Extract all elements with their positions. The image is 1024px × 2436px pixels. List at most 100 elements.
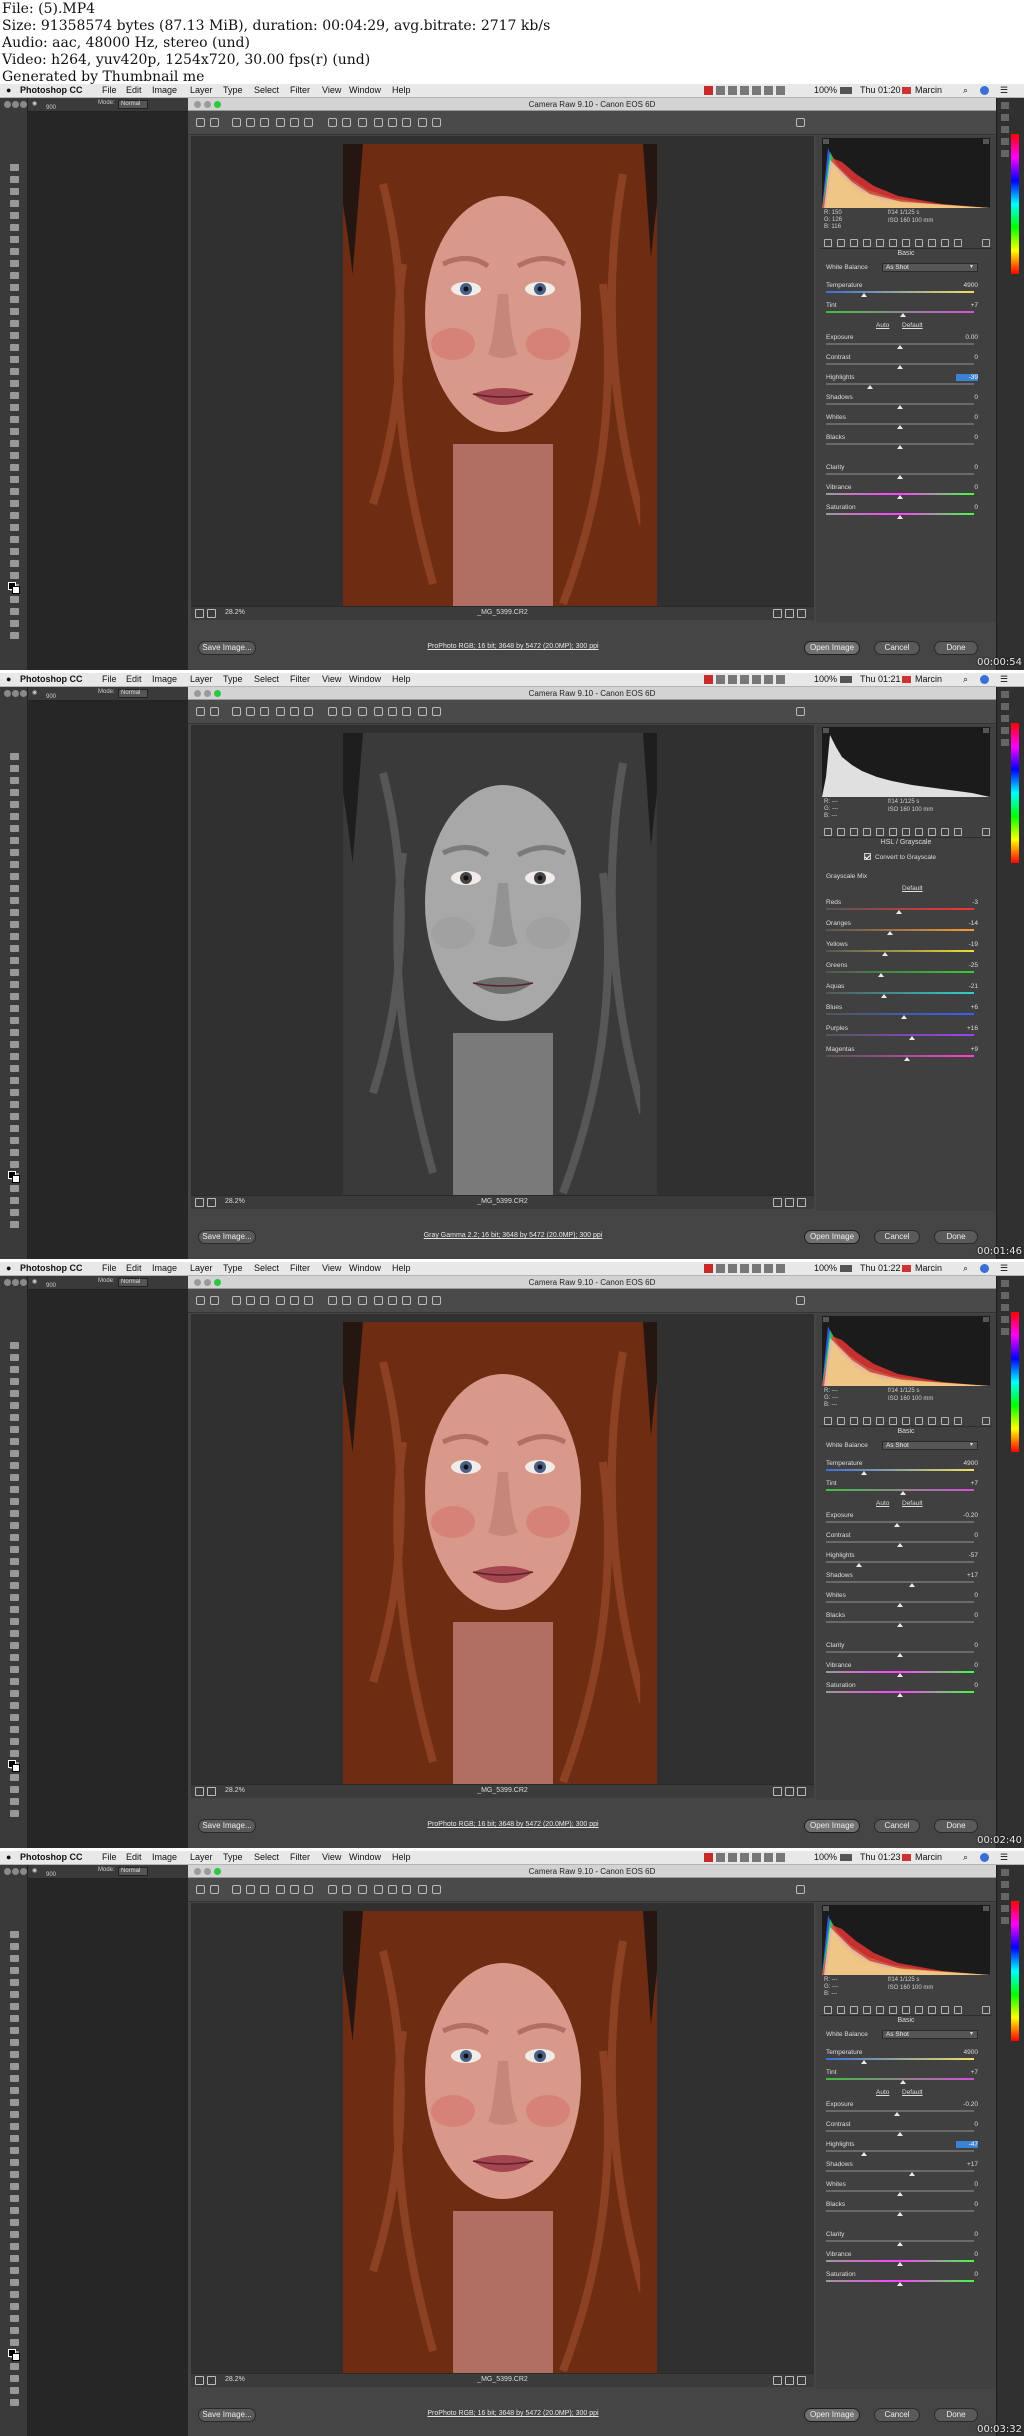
tool-icon[interactable] (10, 200, 19, 207)
tool-icon[interactable] (10, 2015, 19, 2022)
color-sampler-icon[interactable] (246, 1296, 255, 1305)
slider-thumb[interactable] (904, 1057, 911, 1061)
slider-thumb[interactable] (861, 2152, 868, 2156)
targeted-adjust-icon[interactable] (260, 707, 269, 716)
fullscreen-icon[interactable] (796, 1885, 805, 1894)
white-balance-icon[interactable] (232, 1885, 241, 1894)
tool-icon[interactable] (10, 1029, 19, 1036)
tool-icon[interactable] (10, 368, 19, 375)
app-menu[interactable]: Photoshop CC (20, 1263, 83, 1273)
slider-value[interactable]: 0 (956, 1642, 978, 1649)
slider-thumb[interactable] (877, 973, 884, 977)
tab-fx-icon[interactable] (915, 828, 923, 836)
tool-icon[interactable] (10, 2051, 19, 2058)
tool-icon[interactable] (10, 1426, 19, 1433)
siri-icon[interactable] (980, 675, 989, 684)
shadow-clip-icon[interactable] (823, 139, 829, 144)
record-icon[interactable] (704, 1264, 713, 1273)
workflow-options-link[interactable]: Gray Gamma 2.2; 16 bit; 3648 by 5472 (20… (363, 1232, 663, 1239)
straighten-icon[interactable] (290, 1296, 299, 1305)
tool-icon[interactable] (10, 981, 19, 988)
tab-presets-icon[interactable] (941, 2006, 949, 2014)
tab-tone-curve-icon[interactable] (837, 1417, 845, 1425)
slider-thumb[interactable] (908, 1583, 915, 1587)
menu-file[interactable]: File (102, 674, 117, 684)
tool-icon[interactable] (10, 789, 19, 796)
user-menu[interactable]: Marcin (915, 85, 942, 95)
red-eye-icon[interactable] (342, 707, 351, 716)
apple-icon[interactable]: ● (6, 1263, 11, 1273)
siri-icon[interactable] (980, 1264, 989, 1273)
color-sampler-icon[interactable] (246, 118, 255, 127)
slider-thumb[interactable] (897, 2262, 903, 2266)
tool-icon[interactable] (10, 1378, 19, 1385)
tab-effects-icon[interactable] (902, 828, 910, 836)
panel-icon[interactable] (1001, 114, 1009, 121)
tool-icon[interactable] (10, 536, 19, 543)
tool-icon[interactable] (10, 1630, 19, 1637)
slider-value[interactable]: 0 (956, 2121, 978, 2128)
workflow-options-link[interactable]: ProPhoto RGB; 16 bit; 3648 by 5472 (20.0… (363, 643, 663, 650)
tab-split-toning-icon[interactable] (876, 2006, 884, 2014)
menu-layer[interactable]: Layer (190, 674, 213, 684)
slider-value[interactable]: +16 (956, 1025, 978, 1032)
tool-icon[interactable] (10, 1498, 19, 1505)
menu-image[interactable]: Image (152, 1263, 177, 1273)
tool-icon[interactable] (10, 428, 19, 435)
slider-value[interactable]: +17 (956, 2161, 978, 2168)
cloud-icon[interactable] (740, 1264, 749, 1273)
targeted-adjust-icon[interactable] (260, 1885, 269, 1894)
slider-value[interactable]: 0 (956, 1682, 978, 1689)
slider-track[interactable] (826, 1561, 974, 1563)
slider-thumb[interactable] (897, 2212, 903, 2216)
slider-track[interactable] (826, 1034, 974, 1036)
tool-icon[interactable] (10, 1510, 19, 1517)
tool-icon[interactable] (10, 765, 19, 772)
crop-icon[interactable] (276, 1885, 285, 1894)
close-icon[interactable] (194, 690, 201, 697)
targeted-adjust-icon[interactable] (260, 1296, 269, 1305)
tool-icon[interactable] (10, 284, 19, 291)
slider-value[interactable]: -47 (956, 2141, 978, 2148)
crop-icon[interactable] (276, 707, 285, 716)
tab-basic-icon[interactable] (824, 1417, 832, 1425)
slider-thumb[interactable] (899, 2080, 906, 2084)
minimize-icon[interactable] (204, 1868, 211, 1875)
tab-snapshots-icon[interactable] (954, 239, 962, 247)
window-control-icon[interactable] (20, 1868, 27, 1875)
tool-icon[interactable] (10, 957, 19, 964)
tool-icon[interactable] (10, 2183, 19, 2190)
panel-icon[interactable] (1001, 727, 1009, 734)
notification-icon[interactable]: ☰ (1000, 674, 1008, 685)
slider-value[interactable]: -57 (956, 1552, 978, 1559)
tool-icon[interactable] (10, 1101, 19, 1108)
open-image-button[interactable]: Open Image (804, 641, 860, 655)
slider-track[interactable] (826, 2170, 974, 2172)
rotate-left-icon[interactable] (418, 1296, 427, 1305)
slider-thumb[interactable] (897, 1673, 903, 1677)
tab-detail-icon[interactable] (850, 828, 858, 836)
straighten-icon[interactable] (290, 707, 299, 716)
slider-value[interactable]: 0 (956, 2271, 978, 2278)
slider-track[interactable] (826, 1013, 974, 1015)
open-image-button[interactable]: Open Image (804, 1819, 860, 1833)
tool-icon[interactable] (10, 2123, 19, 2130)
tool-icon[interactable] (10, 1414, 19, 1421)
volume-icon[interactable] (764, 1264, 773, 1273)
menu-filter[interactable]: Filter (290, 674, 310, 684)
tool-icon[interactable] (10, 1017, 19, 1024)
menu-window[interactable]: Window (349, 1263, 381, 1273)
panel-icon[interactable] (1001, 1917, 1009, 1924)
tool-icon[interactable] (10, 801, 19, 808)
workflow-options-link[interactable]: ProPhoto RGB; 16 bit; 3648 by 5472 (20.0… (363, 1821, 663, 1828)
compare-y-icon[interactable] (773, 1787, 782, 1796)
tool-icon[interactable] (10, 1209, 19, 1216)
tab-presets-icon[interactable] (941, 239, 949, 247)
panel-icon[interactable] (1001, 126, 1009, 133)
compare-y-icon[interactable] (773, 1198, 782, 1207)
tool-icon[interactable] (10, 993, 19, 1000)
slider-value[interactable]: -19 (956, 941, 978, 948)
done-button[interactable]: Done (934, 2408, 978, 2422)
hand-tool-icon[interactable] (210, 118, 219, 127)
tool-icon[interactable] (10, 1726, 19, 1733)
